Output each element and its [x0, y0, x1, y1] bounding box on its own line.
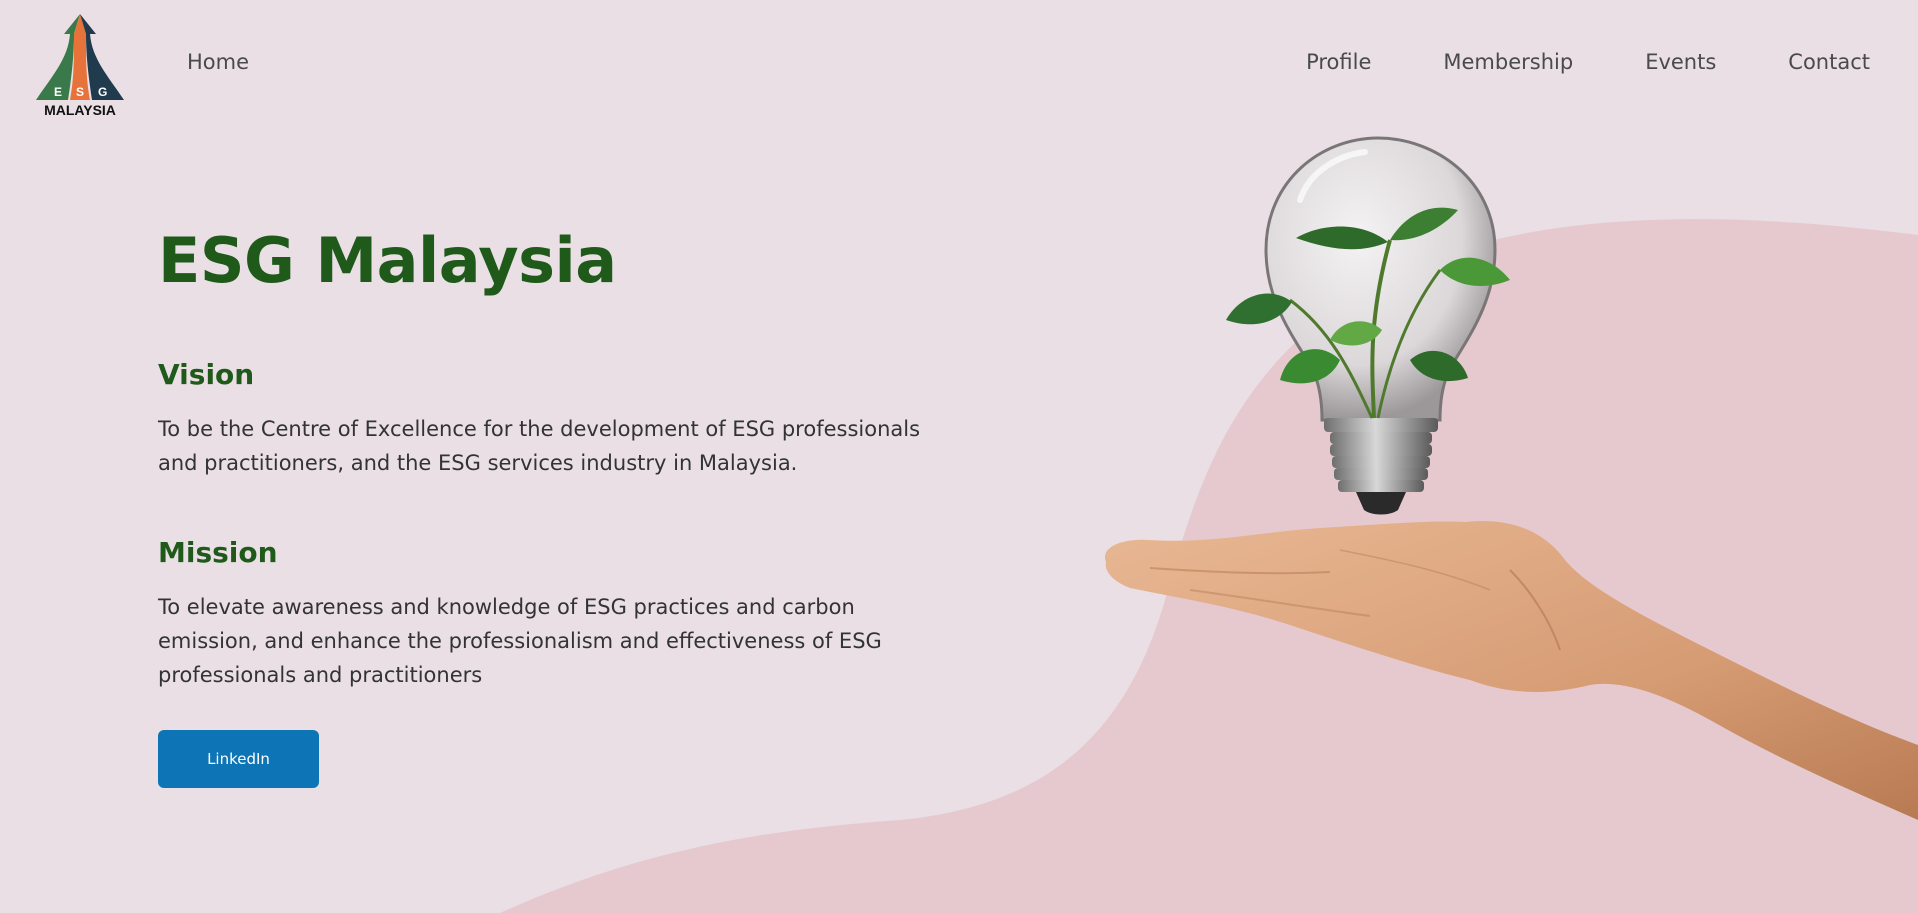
vision-text: To be the Centre of Excellence for the d…: [158, 416, 921, 475]
logo-letter-s: S: [76, 85, 84, 99]
nav-events[interactable]: Events: [1645, 50, 1716, 74]
logo-wordmark: MALAYSIA: [44, 102, 116, 118]
mission-text: To elevate awareness and knowledge of ES…: [158, 594, 882, 687]
linkedin-button[interactable]: LinkedIn: [158, 729, 319, 788]
hero-section: ESG Malaysia Vision To be the Centre of …: [158, 224, 938, 788]
logo-letter-e: E: [54, 85, 62, 99]
mission-heading: Mission: [158, 535, 278, 569]
nav-contact[interactable]: Contact: [1788, 50, 1870, 74]
nav-home[interactable]: Home: [187, 50, 249, 74]
main-nav: Profile Membership Events Contact: [1306, 50, 1870, 74]
lightbulb-icon: [1264, 136, 1497, 515]
logo-letter-g: G: [98, 85, 107, 99]
page-title: ESG Malaysia: [158, 224, 617, 297]
vision-heading: Vision: [158, 358, 255, 392]
esg-malaysia-logo[interactable]: E S G MALAYSIA: [34, 14, 126, 118]
nav-profile[interactable]: Profile: [1306, 50, 1371, 74]
page: E S G MALAYSIA Home Profile Membership E…: [0, 0, 1918, 913]
hand-icon: [1104, 520, 1918, 820]
nav-membership[interactable]: Membership: [1443, 50, 1573, 74]
hero-illustration: [1104, 136, 1918, 820]
